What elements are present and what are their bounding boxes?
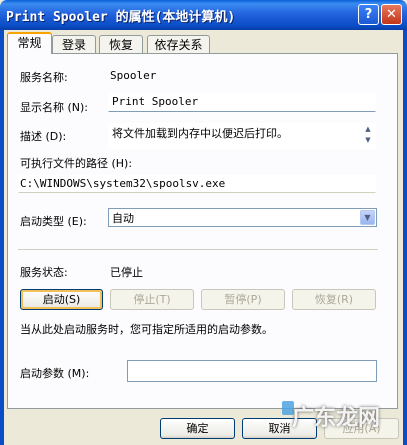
startup-type-value: 自动 [112, 212, 134, 225]
startup-type-select[interactable]: 自动 ▼ [108, 208, 377, 227]
display-name-field[interactable]: Print Spooler [108, 93, 376, 112]
ok-button[interactable]: 确定 [160, 418, 235, 439]
pause-service-label: 暂停(P) [224, 293, 262, 306]
description-value: 将文件加载到内存中以便迟后打印。 [112, 127, 288, 140]
chevron-down-icon[interactable]: ▼ [360, 210, 375, 225]
cancel-button-label: 取消 [268, 422, 291, 435]
exe-path-label: 可执行文件的路径 (H): [20, 157, 133, 170]
tab-logon[interactable]: 登录 [52, 35, 96, 53]
description-label: 描述 (D): [20, 130, 67, 143]
service-name-label: 服务名称: [20, 71, 68, 84]
window-frame-left [0, 30, 4, 445]
service-name-value: Spooler [110, 69, 157, 82]
scroll-up-icon[interactable]: ▲ [362, 125, 374, 133]
display-name-label: 显示名称 (N): [20, 101, 89, 114]
ok-button-label: 确定 [186, 422, 209, 435]
close-icon: ✕ [386, 7, 397, 22]
help-icon: ? [364, 7, 373, 22]
tab-general[interactable]: 常规 [7, 32, 52, 54]
title-bar[interactable]: Print Spooler 的属性(本地计算机) ? ✕ [0, 0, 407, 30]
exe-path-field: C:\WINDOWS\system32\spoolsv.exe [18, 175, 376, 193]
start-service-button[interactable]: 启动(S) [20, 289, 103, 310]
service-status-value: 已停止 [110, 266, 143, 279]
help-button[interactable]: ? [358, 4, 379, 25]
watermark-text: 广东龙网 [292, 406, 381, 431]
service-status-label: 服务状态: [20, 266, 68, 279]
tab-general-label: 常规 [17, 36, 42, 50]
tab-recovery-label: 恢复 [108, 38, 133, 52]
window-frame-right [403, 30, 407, 445]
exe-path-value: C:\WINDOWS\system32\spoolsv.exe [20, 177, 226, 190]
tab-dependencies-label: 依存关系 [154, 38, 203, 52]
stop-service-button[interactable]: 停止(T) [110, 289, 194, 310]
startup-type-label: 启动类型 (E): [20, 215, 87, 228]
tab-recovery[interactable]: 恢复 [99, 35, 143, 53]
tab-dependencies[interactable]: 依存关系 [147, 35, 210, 53]
start-params-label: 启动参数 (M): [20, 367, 90, 380]
start-params-hint: 当从此处启动服务时，您可指定所适用的启动参数。 [20, 323, 273, 336]
resume-service-button[interactable]: 恢复(R) [292, 289, 376, 310]
window-title: Print Spooler 的属性(本地计算机) [6, 10, 236, 25]
stop-service-label: 停止(T) [133, 293, 171, 306]
display-name-value: Print Spooler [112, 95, 199, 108]
scroll-down-icon[interactable]: ▼ [362, 136, 374, 144]
pause-service-button[interactable]: 暂停(P) [201, 289, 285, 310]
start-params-input[interactable] [127, 360, 377, 382]
divider [18, 249, 378, 250]
close-button[interactable]: ✕ [381, 4, 402, 25]
tab-logon-label: 登录 [61, 38, 86, 52]
description-field[interactable]: 将文件加载到内存中以便迟后打印。 ▲ ▼ [108, 123, 376, 149]
resume-service-label: 恢复(R) [314, 293, 354, 306]
start-service-label: 启动(S) [42, 293, 81, 306]
